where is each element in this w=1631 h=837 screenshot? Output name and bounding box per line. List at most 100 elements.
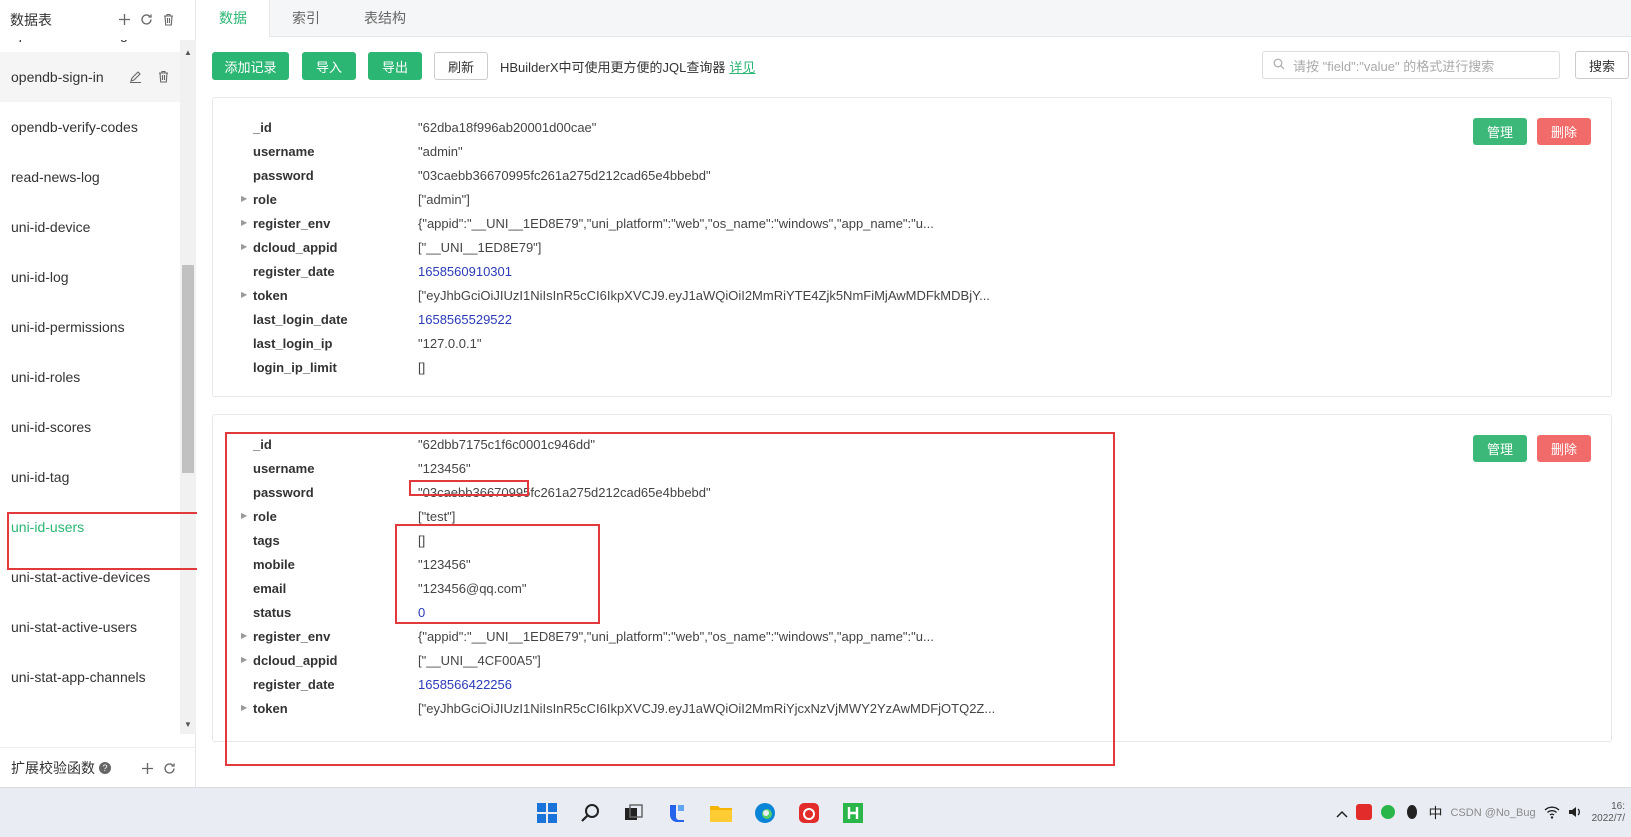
delete-button[interactable]: 删除 [1537, 435, 1591, 462]
jql-detail-link[interactable]: 详见 [729, 60, 755, 75]
delete-button[interactable]: 删除 [1537, 118, 1591, 145]
expand-arrow-icon[interactable]: ▶ [241, 290, 247, 299]
records-area: _id "62dba18f996ab20001d00cae" username "a… [197, 97, 1631, 787]
sidebar-item-label: uni-id-tag [11, 469, 70, 485]
taskbar: 中 CSDN @No_Bug 16: 2022/7/ [0, 787, 1631, 837]
clock-time: 16: [1611, 801, 1625, 812]
field-key: last_login_date [253, 311, 348, 327]
sidebar-item-label: uni-id-log [11, 269, 69, 285]
netease-music-icon[interactable] [796, 800, 822, 826]
record-card: _id "62dba18f996ab20001d00cae" username "a… [212, 97, 1612, 397]
sidebar-item-label: uni-stat-active-users [11, 619, 138, 635]
add-record-button[interactable]: 添加记录 [212, 52, 289, 80]
sidebar-item-label: opendb-verify-codes [11, 119, 138, 135]
sidebar-item-read-news-log[interactable]: read-news-log [0, 152, 180, 202]
field-row: _id "62dba18f996ab20001d00cae" [253, 115, 596, 139]
field-key: token [253, 287, 288, 303]
edit-icon[interactable] [128, 69, 142, 83]
sidebar: 数据表 opendb-search-log opendb-sign-in [0, 0, 200, 787]
scroll-down-icon[interactable]: ▼ [183, 720, 193, 730]
hbuilderx-icon[interactable] [840, 800, 866, 826]
sidebar-item-label: read-news-log [11, 169, 100, 185]
tab-index[interactable]: 索引 [270, 0, 342, 36]
app-icon[interactable] [664, 800, 690, 826]
plus-icon[interactable] [117, 12, 131, 26]
search-icon [1273, 57, 1285, 73]
sidebar-item-uni-id-device[interactable]: uni-id-device [0, 202, 180, 252]
manage-button[interactable]: 管理 [1473, 435, 1527, 462]
clock[interactable]: 16: 2022/7/ [1592, 801, 1625, 825]
field-value: 1658560910301 [418, 263, 512, 279]
help-icon[interactable]: ? [99, 761, 111, 774]
tab-schema[interactable]: 表结构 [342, 0, 428, 36]
refresh-button[interactable]: 刷新 [434, 52, 488, 80]
sidebar-item-uni-id-tag[interactable]: uni-id-tag [0, 452, 180, 502]
system-tray: 中 CSDN @No_Bug 16: 2022/7/ [1336, 788, 1631, 837]
field-value: ["admin"] [418, 191, 470, 207]
sidebar-item-uni-stat-active-users[interactable]: uni-stat-active-users [0, 602, 180, 652]
tray-qq-icon[interactable] [1404, 804, 1420, 823]
sidebar-item-label: opendb-search-log [11, 40, 128, 42]
manage-button[interactable]: 管理 [1473, 118, 1527, 145]
refresh-icon[interactable] [139, 12, 153, 26]
import-button[interactable]: 导入 [302, 52, 356, 80]
field-key: _id [253, 119, 272, 135]
sidebar-item-uni-id-permissions[interactable]: uni-id-permissions [0, 302, 180, 352]
sidebar-item-label: uni-id-scores [11, 419, 92, 435]
refresh-icon[interactable] [162, 761, 176, 775]
sidebar-item-opendb-sign-in[interactable]: opendb-sign-in [0, 52, 180, 102]
windows-start-icon[interactable] [534, 800, 560, 826]
field-row[interactable]: ▶ role ["admin"] [241, 187, 470, 211]
folder-icon[interactable] [708, 800, 734, 826]
field-value: [] [418, 359, 426, 375]
field-row[interactable]: ▶ register_env {"appid":"__UNI__1ED8E79","… [241, 211, 934, 235]
validate-functions-label: 扩展校验函数 [11, 759, 95, 776]
scroll-thumb[interactable] [182, 265, 194, 473]
tray-chevron-up-icon[interactable] [1336, 805, 1348, 821]
field-value: ["__UNI__1ED8E79"] [418, 239, 542, 255]
expand-arrow-icon[interactable]: ▶ [241, 242, 247, 251]
scroll-up-icon[interactable]: ▲ [183, 48, 193, 58]
highlight-box-record [225, 432, 1115, 766]
expand-arrow-icon[interactable]: ▶ [241, 194, 247, 203]
ime-indicator[interactable]: 中 [1428, 803, 1442, 823]
field-key: register_env [253, 215, 331, 231]
export-button[interactable]: 导出 [368, 52, 422, 80]
record-actions: 管理 删除 [1473, 118, 1591, 145]
table-list: opendb-search-log opendb-sign-in opendb-… [0, 40, 180, 734]
volume-icon[interactable] [1568, 805, 1584, 822]
watermark-text: CSDN @No_Bug [1450, 807, 1536, 819]
sidebar-item-uni-id-log[interactable]: uni-id-log [0, 252, 180, 302]
wifi-icon[interactable] [1544, 805, 1560, 822]
highlight-box-username [409, 480, 529, 496]
search-input[interactable]: 请按 "field":"value" 的格式进行搜索 [1262, 51, 1560, 79]
trash-icon[interactable] [156, 69, 170, 83]
sidebar-item-opendb-verify-codes[interactable]: opendb-verify-codes [0, 102, 180, 152]
search-icon[interactable] [578, 800, 604, 826]
plus-icon[interactable] [140, 761, 154, 775]
tab-bar: 数据 索引 表结构 [197, 0, 1631, 37]
sidebar-header: 数据表 [0, 0, 195, 40]
toolbar: 添加记录 导入 导出 刷新 HBuilderX中可使用更方便的JQL查询器 详见 … [197, 37, 1631, 97]
sidebar-item-uni-stat-app-channels[interactable]: uni-stat-app-channels [0, 652, 180, 702]
search-placeholder: 请按 "field":"value" 的格式进行搜索 [1293, 58, 1495, 74]
edge-browser-icon[interactable] [752, 800, 778, 826]
sidebar-scrollbar[interactable]: ▲ ▼ [180, 40, 196, 734]
tab-data[interactable]: 数据 [197, 0, 270, 37]
sidebar-item-uni-id-scores[interactable]: uni-id-scores [0, 402, 180, 452]
field-row[interactable]: ▶ token ["eyJhbGciOiJIUzI1NiIsInR5cCI6IkpX… [241, 283, 990, 307]
sidebar-item-label: uni-id-permissions [11, 319, 125, 335]
sidebar-item-label: opendb-sign-in [11, 69, 104, 85]
search-button[interactable]: 搜索 [1575, 51, 1629, 79]
tray-netease-icon[interactable] [1356, 803, 1373, 823]
field-row[interactable]: ▶ dcloud_appid ["__UNI__1ED8E79"] [241, 235, 542, 259]
expand-arrow-icon[interactable]: ▶ [241, 218, 247, 227]
sidebar-item-label: uni-id-roles [11, 369, 81, 385]
sidebar-item-uni-id-roles[interactable]: uni-id-roles [0, 352, 180, 402]
tray-wechat-icon[interactable] [1380, 804, 1396, 823]
field-key: dcloud_appid [253, 239, 338, 255]
sidebar-item-opendb-search-log[interactable]: opendb-search-log [0, 40, 180, 52]
task-view-icon[interactable] [620, 800, 646, 826]
jql-tip-text: HBuilderX中可使用更方便的JQL查询器 [500, 60, 726, 75]
trash-icon[interactable] [161, 12, 175, 26]
